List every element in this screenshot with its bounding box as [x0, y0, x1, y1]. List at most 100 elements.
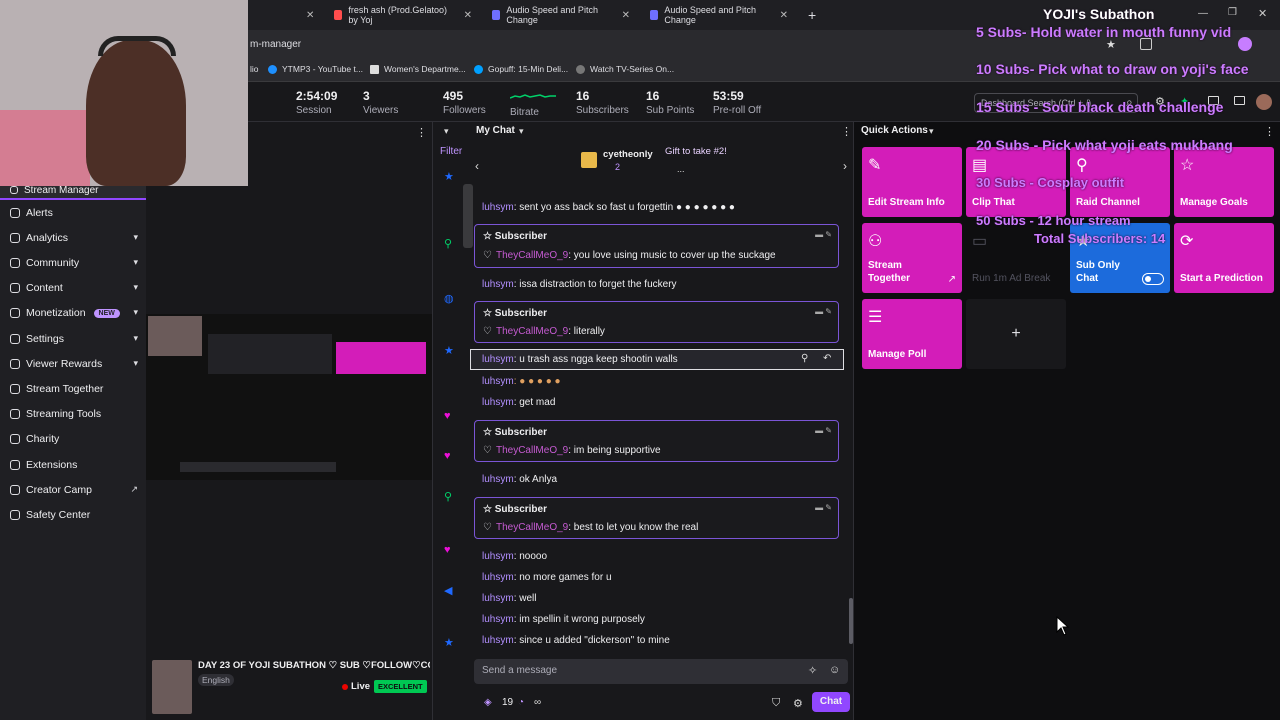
bookmark-item[interactable]: YTMP3 - YouTube t... [268, 64, 363, 74]
gear-icon[interactable]: ⚙ [793, 697, 803, 710]
pin-icon[interactable]: ⚲ [801, 353, 808, 364]
quick-action-edit-stream-info[interactable]: ✎ Edit Stream Info [862, 147, 962, 217]
sidebar-item-viewer-rewards[interactable]: Viewer Rewards ▾ [0, 353, 146, 375]
infinity-icon: ∞ [534, 697, 542, 708]
whispers-icon[interactable] [1234, 96, 1245, 105]
sidebar-item-content[interactable]: Content ▾ [0, 277, 146, 299]
chat-message[interactable]: luhsym: well [482, 593, 536, 604]
chat-message[interactable]: luhsym: no more games for u [482, 572, 612, 583]
bookmark-item[interactable]: lio [250, 64, 259, 74]
more-options-icon[interactable]: ⋮ [841, 125, 852, 138]
language-tag[interactable]: English [198, 674, 234, 686]
star-icon[interactable]: ★ [444, 636, 454, 649]
chevron-down-icon[interactable]: ▾ [929, 126, 934, 137]
pin-edit-icon[interactable]: ▬ ✎ [815, 307, 832, 316]
sidebar-item-monetization[interactable]: Monetization NEW ▾ [0, 302, 146, 324]
sidebar-item-community[interactable]: Community ▾ [0, 252, 146, 274]
chat-message[interactable]: luhsym: issa distraction to forget the f… [482, 279, 677, 290]
quick-action-manage-poll[interactable]: ☰ Manage Poll [862, 299, 962, 369]
sidebar-item-alerts[interactable]: Alerts [0, 202, 146, 224]
profile-avatar[interactable] [1238, 37, 1252, 51]
browser-tab[interactable]: Audio Speed and Pitch Change ✕ [486, 4, 636, 26]
minimize-icon[interactable]: — [1198, 8, 1208, 19]
globe-icon[interactable]: ◍ [444, 292, 454, 305]
star-icon[interactable]: ★ [444, 170, 454, 183]
sidebar-item-analytics[interactable]: Analytics ▾ [0, 227, 146, 249]
chat-message[interactable]: luhsym: sent yo ass back so fast u forge… [482, 202, 735, 213]
stream-video-preview[interactable] [146, 314, 432, 480]
user-avatar[interactable] [1256, 94, 1272, 110]
quick-actions-title[interactable]: Quick Actions [861, 125, 928, 136]
subscriber-message[interactable]: ☆ Subscriber ♡ TheyCallMeO_9: best to let… [474, 497, 839, 539]
chat-message[interactable]: luhsym: ok Anlya [482, 474, 557, 485]
more-options-icon[interactable]: ⋮ [1264, 125, 1275, 138]
sidebar-item-safety-center[interactable]: Safety Center [0, 504, 146, 526]
chat-message[interactable]: luhsym: noooo [482, 551, 547, 562]
bookmark-item[interactable]: Gopuff: 15-Min Deli... [474, 64, 568, 74]
browser-tab[interactable]: fresh ash (Prod.Gelatoo) by Yoj ✕ [328, 4, 478, 26]
chevron-right-icon[interactable]: › [843, 159, 847, 173]
trophy-icon[interactable]: ⚲ [444, 237, 452, 250]
browser-tab-active[interactable]: ✕ [250, 4, 320, 26]
pin-edit-icon[interactable]: ▬ ✎ [815, 426, 832, 435]
collapse-icon[interactable]: ▾ [444, 126, 449, 137]
star-icon[interactable]: ★ [444, 344, 454, 357]
close-tab-icon[interactable]: ✕ [622, 10, 630, 21]
close-window-icon[interactable]: ✕ [1258, 7, 1267, 20]
reply-icon[interactable]: ↶ [823, 353, 831, 364]
chat-send-button[interactable]: Chat [812, 692, 850, 712]
quick-action-start-prediction[interactable]: ⟳ Start a Prediction [1174, 223, 1274, 293]
pin-edit-icon[interactable]: ▬ ✎ [815, 503, 832, 512]
filter-button[interactable]: Filter [440, 146, 462, 157]
sidebar-item-extensions[interactable]: Extensions [0, 454, 146, 476]
quick-action-manage-goals[interactable]: ☆ Manage Goals [1174, 147, 1274, 217]
close-tab-icon[interactable]: ✕ [306, 10, 314, 21]
megaphone-icon[interactable]: ◀ [444, 584, 452, 597]
emote-icon[interactable]: ☺ [829, 664, 840, 676]
sidebar-item-creator-camp[interactable]: Creator Camp ↗ [0, 479, 146, 501]
quick-action-stream-together[interactable]: ⚇ Stream Together ↗ [862, 223, 962, 293]
bookmark-item[interactable]: Women's Departme... [370, 64, 466, 74]
heart-icon[interactable]: ♥ [444, 544, 451, 556]
maximize-icon[interactable]: ❐ [1228, 7, 1237, 18]
subscriber-message[interactable]: ☆ Subscriber ♡ TheyCallMeO_9: im being su… [474, 420, 839, 462]
scrollbar-top[interactable] [463, 184, 473, 248]
shield-icon[interactable]: ⛉ [772, 697, 780, 710]
more-options-icon[interactable]: ⋮ [416, 126, 427, 139]
stat-followers: 495 Followers [443, 89, 486, 116]
heart-icon[interactable]: ♥ [444, 410, 451, 422]
banner-ellipsis: ... [677, 164, 685, 174]
chat-input[interactable]: Send a message ✧ ☺ [474, 659, 848, 684]
chat-message-hovered[interactable]: luhsym: u trash ass ngga keep shootin wa… [470, 349, 844, 370]
chat-message[interactable]: luhsym: get mad [482, 397, 555, 408]
browser-tab[interactable]: Audio Speed and Pitch Change ✕ [644, 4, 794, 26]
bookmark-item[interactable]: Watch TV-Series On... [576, 64, 674, 74]
banner-user[interactable]: cyetheonly [603, 149, 653, 160]
heart-icon[interactable]: ♥ [444, 450, 451, 462]
trophy-icon[interactable]: ⚲ [444, 490, 452, 503]
chevron-down-icon[interactable]: ▾ [519, 126, 524, 137]
channel-points-icon[interactable]: ◈ [484, 697, 492, 708]
chat-scrollbar[interactable] [849, 598, 853, 644]
chat-message[interactable]: luhsym: ● ● ● ● ● [482, 376, 561, 387]
sidebar-item-stream-together[interactable]: Stream Together [0, 378, 146, 400]
sub-only-toggle[interactable] [1142, 273, 1164, 285]
close-tab-icon[interactable]: ✕ [464, 10, 472, 21]
sidebar-item-streaming-tools[interactable]: Streaming Tools [0, 403, 146, 425]
sidebar-item-charity[interactable]: Charity [0, 428, 146, 450]
sidebar-item-settings[interactable]: Settings ▾ [0, 328, 146, 350]
chat-message[interactable]: luhsym: since u added "dickerson" to min… [482, 635, 670, 646]
stream-together-icon [10, 384, 20, 394]
chevron-left-icon[interactable]: ‹ [475, 159, 479, 173]
pin-edit-icon[interactable]: ▬ ✎ [815, 230, 832, 239]
chat-title[interactable]: My Chat [476, 125, 515, 136]
new-tab-button[interactable]: + [802, 4, 822, 26]
chat-message[interactable]: luhsym: im spellin it wrong purposely [482, 614, 645, 625]
star-outline-icon: ☆ [483, 308, 495, 319]
add-quick-action-button[interactable]: + [966, 299, 1066, 369]
timer-icon[interactable]: ◔ [518, 697, 524, 708]
subscriber-message[interactable]: ☆ Subscriber ♡ TheyCallMeO_9: you love us… [474, 224, 839, 268]
subscriber-message[interactable]: ☆ Subscriber ♡ TheyCallMeO_9: literally ▬… [474, 301, 839, 343]
bits-icon[interactable]: ✧ [808, 664, 817, 677]
close-tab-icon[interactable]: ✕ [780, 10, 788, 21]
